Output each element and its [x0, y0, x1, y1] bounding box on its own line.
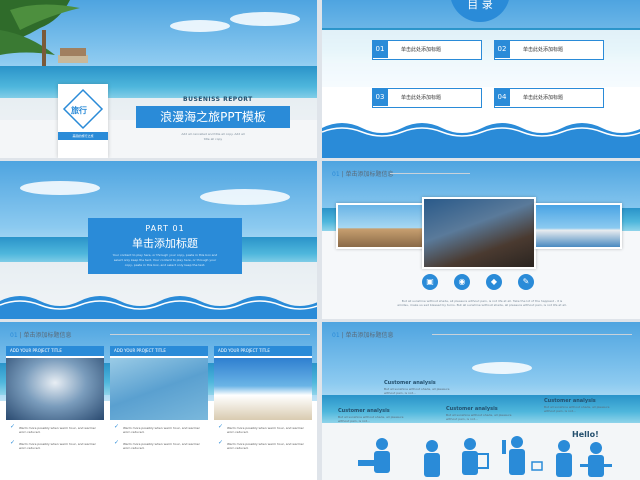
project-card-title: ADD YOUR PROJECT TITLE: [214, 346, 312, 356]
section-number: 01: [10, 332, 18, 339]
project-line: Warm more possibly when warm hour, and w…: [114, 441, 200, 450]
toc-item[interactable]: 04 单击此处添加标题: [494, 88, 604, 108]
part-description-line: copy, paste in this box, and select only…: [124, 263, 206, 267]
section-title: 单击添加标题信息: [23, 332, 72, 339]
toc-text: 单击此处添加标题: [401, 47, 442, 53]
people-icons-row: [358, 436, 612, 477]
logo-card: 旅行 美丽的旅行之旅: [58, 84, 108, 158]
photo-buildings: [422, 197, 536, 269]
toc-text: 单击此处添加标题: [523, 47, 564, 53]
photo-caption: But all sunshine without shade, all plea…: [342, 299, 622, 307]
cover-subtitle: Add all cancelled and title all copy. Ad…: [136, 132, 290, 142]
photo-city: [336, 203, 424, 249]
slide-contents[interactable]: 目 录 01 单击此处添加标题 02 单击此处添加标题 03 单击此处添加标题 …: [322, 0, 640, 158]
project-line: Warm more possibly when warm hour, and w…: [218, 441, 304, 450]
palm-tree-image: [0, 0, 88, 66]
section-number: 01: [332, 171, 340, 178]
photo-caption-line: amidsu, make us sad blessed by turns. Bu…: [397, 303, 567, 307]
logo-subtitle: 美丽的旅行之旅: [58, 132, 108, 140]
cover-subtitle-line: title all copy: [203, 137, 223, 141]
project-line: Warm more possibly when warm hour, and w…: [218, 425, 304, 434]
section-header: 01 | 单击添加标题信息: [10, 332, 72, 339]
header-divider: [432, 334, 632, 335]
sea-background: [0, 66, 317, 102]
report-label: BUSENISS REPORT: [183, 96, 253, 103]
header-divider: [110, 334, 310, 335]
cloud: [20, 181, 100, 195]
project-card-title: ADD YOUR PROJECT TITLE: [6, 346, 104, 356]
toc-item[interactable]: 02 单击此处添加标题: [494, 40, 604, 60]
customer-label: Customer analysis: [544, 398, 596, 404]
project-card[interactable]: ADD YOUR PROJECT TITLE Warm more possibl…: [110, 346, 208, 480]
project-image-feather: [110, 358, 208, 420]
cover-title: 浪漫海之旅PPT模板: [136, 106, 290, 128]
toc-text: 单击此处添加标题: [523, 95, 564, 101]
project-line: Warm more possibly when warm hour, and w…: [10, 425, 96, 434]
customer-desc: But all sunshine without shade, all plea…: [384, 387, 450, 395]
section-title: 单击添加标题信息: [345, 332, 394, 339]
slide-part-01[interactable]: PART 01 单击添加标题 Your content to play here…: [0, 161, 317, 319]
cloud: [472, 362, 532, 374]
customer-desc: But all sunshine without shade, all plea…: [446, 413, 512, 421]
brush-icon: ✎: [518, 274, 534, 290]
wave-footer: [322, 123, 640, 158]
wave-footer: [0, 296, 317, 319]
toc-item[interactable]: 03 单击此处添加标题: [372, 88, 482, 108]
customer-label: Customer analysis: [338, 408, 390, 414]
camera-icon: ◉: [454, 274, 470, 290]
cloud: [230, 12, 300, 26]
part-label: PART 01: [145, 224, 185, 233]
toc-text: 单击此处添加标题: [401, 95, 442, 101]
customer-desc: But all sunshine without shade, all plea…: [544, 405, 610, 413]
header-divider: [390, 173, 470, 174]
project-image-sky: [214, 358, 312, 420]
project-card[interactable]: ADD YOUR PROJECT TITLE Warm more possibl…: [6, 346, 104, 480]
section-number: 01: [332, 332, 340, 339]
part-title-box: PART 01 单击添加标题 Your content to play here…: [88, 218, 242, 274]
customer-desc: But all sunshine without shade, all plea…: [338, 415, 404, 423]
customer-label: Customer analysis: [446, 406, 498, 412]
section-title: 单击添加标题信息: [345, 171, 394, 178]
toc-item[interactable]: 01 单击此处添加标题: [372, 40, 482, 60]
project-card-title: ADD YOUR PROJECT TITLE: [110, 346, 208, 356]
building-icon: ▣: [422, 274, 438, 290]
cloud: [200, 189, 290, 205]
slide-cover[interactable]: 旅行 美丽的旅行之旅 BUSENISS REPORT 浪漫海之旅PPT模板 Ad…: [0, 0, 317, 158]
part-description: Your content to play here, or through yo…: [104, 253, 226, 268]
section-header: 01 | 单击添加标题信息: [332, 332, 394, 339]
customer-label: Customer analysis: [384, 380, 436, 386]
cloud: [170, 20, 230, 32]
toc-number: 02: [494, 40, 510, 58]
slide-photos[interactable]: 01 | 单击添加标题信息 ▣ ◉ ◆ ✎ But all sunshine w…: [322, 161, 640, 319]
logo-title: 旅行: [71, 106, 87, 115]
project-image-clouds: [6, 358, 104, 420]
toc-number: 03: [372, 88, 388, 106]
toc-number: 04: [494, 88, 510, 106]
photo-opera-house: [534, 203, 622, 249]
section-header: 01 | 单击添加标题信息: [332, 171, 394, 178]
project-line: Warm more possibly when warm hour, and w…: [10, 441, 96, 450]
toc-number: 01: [372, 40, 388, 58]
part-title: 单击添加标题: [132, 237, 198, 250]
tag-icon: ◆: [486, 274, 502, 290]
slide-customers[interactable]: 01 | 单击添加标题信息 Customer analysis But all …: [322, 322, 640, 480]
slide-projects[interactable]: 01 | 单击添加标题信息 ADD YOUR PROJECT TITLE War…: [0, 322, 317, 480]
project-card[interactable]: ADD YOUR PROJECT TITLE Warm more possibl…: [214, 346, 312, 480]
project-line: Warm more possibly when warm hour, and w…: [114, 425, 200, 434]
